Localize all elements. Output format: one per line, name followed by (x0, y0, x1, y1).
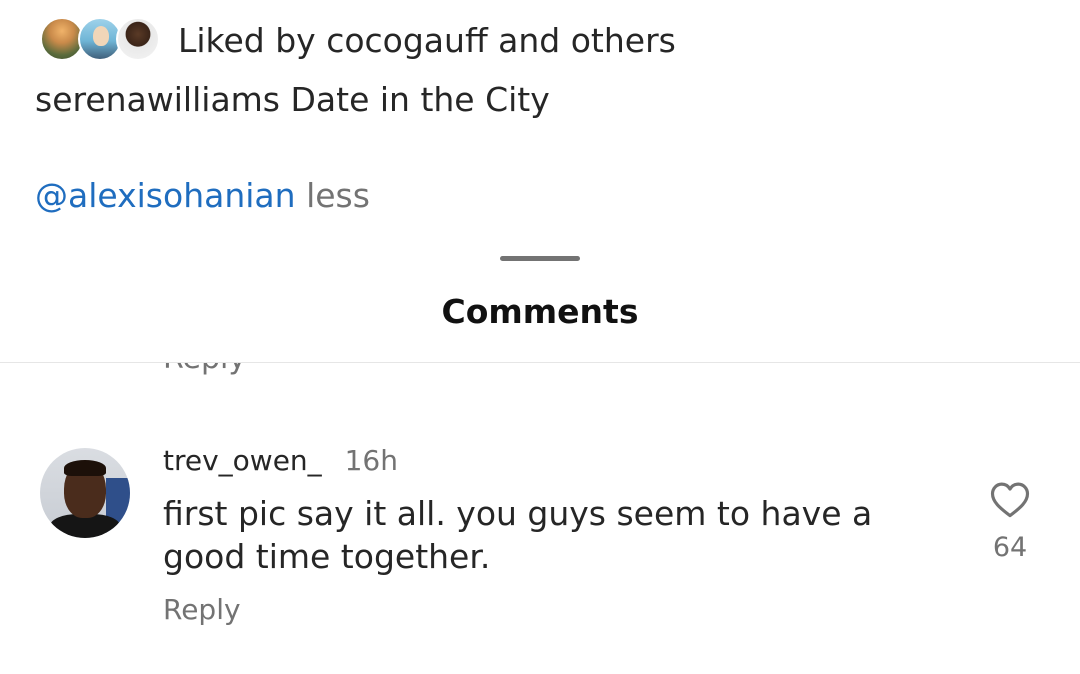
comments-title: Comments (441, 292, 639, 331)
liker-avatars[interactable] (40, 15, 160, 65)
comment-username[interactable]: trev_owen_ (163, 444, 322, 477)
caption-text: Date in the City (290, 80, 550, 119)
heart-outline-icon[interactable] (989, 479, 1031, 519)
avatar-hair (64, 460, 106, 476)
likes-row[interactable]: Liked by cocogauff and others (40, 14, 676, 66)
comment-reply-button[interactable]: Reply (163, 593, 241, 626)
comment-like-count: 64 (992, 532, 1028, 563)
liker-avatar (116, 17, 160, 61)
commenter-avatar[interactable] (40, 448, 130, 538)
comment-text: first pic say it all. you guys seem to h… (163, 494, 873, 576)
scrolled-comments-clip: Reply (0, 363, 1080, 383)
caption-less-link[interactable]: less (306, 176, 370, 215)
liked-by-text[interactable]: Liked by cocogauff and others (178, 21, 676, 60)
post-caption: serenawilliams Date in the City (35, 80, 550, 119)
previous-comment-reply-button[interactable]: Reply (163, 363, 246, 376)
caption-username[interactable]: serenawilliams (35, 80, 280, 119)
comment-meta: trev_owen_ 16h (163, 444, 398, 477)
caption-mention-link[interactable]: @alexisohanian (35, 176, 296, 215)
comment-timestamp: 16h (344, 444, 398, 477)
sheet-drag-handle[interactable] (500, 256, 580, 261)
post-detail-screen: Liked by cocogauff and others serenawill… (0, 0, 1080, 674)
caption-mention-line: @alexisohanian less (35, 176, 370, 215)
